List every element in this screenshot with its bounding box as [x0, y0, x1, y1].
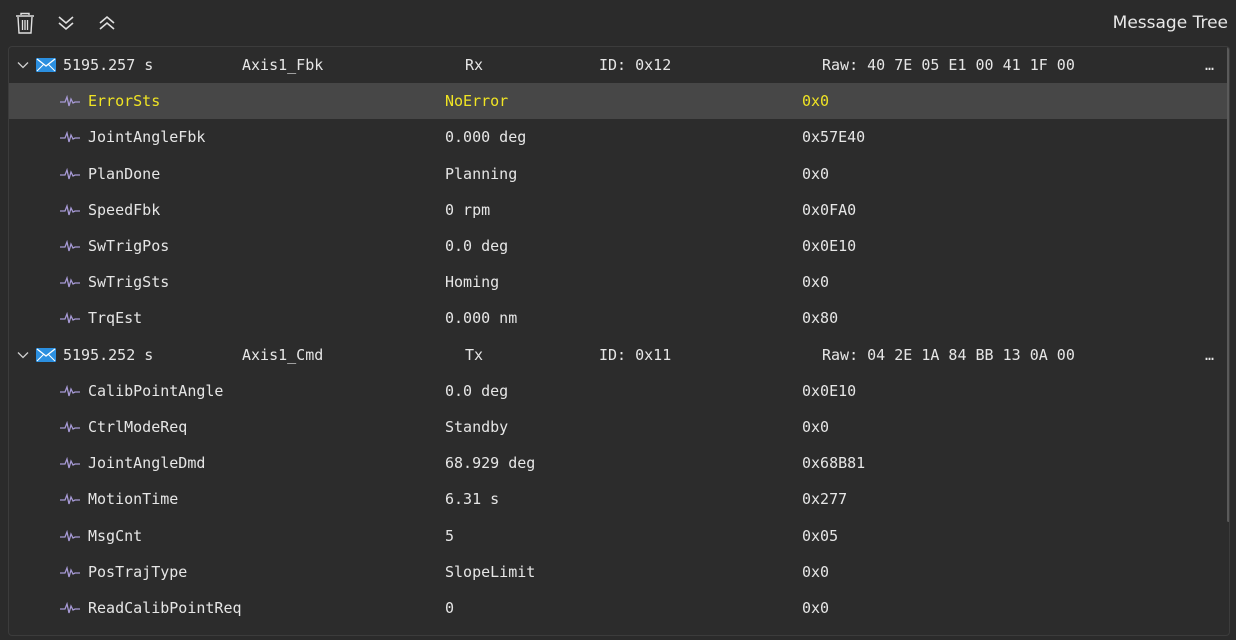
message-row[interactable]: 5195.252 s Axis1_Cmd Tx ID: 0x11 Raw: 04 2E …: [9, 337, 1227, 373]
signal-value: NoError: [445, 92, 509, 111]
signal-row[interactable]: JointAngleDmd 68.929 deg 0x68B81: [9, 445, 1227, 481]
signal-value: 68.929 deg: [445, 454, 536, 473]
more-icon[interactable]: …: [1205, 337, 1214, 373]
signal-wave-icon: [60, 203, 80, 215]
signal-wave-icon: [60, 240, 80, 252]
signal-row[interactable]: ReadCalibPointReq 0 0x0: [9, 590, 1227, 626]
signal-name: SwTrigPos: [88, 237, 170, 255]
signal-row[interactable]: PlanDone Planning 0x0: [9, 156, 1227, 192]
signal-raw: 0x0: [802, 418, 830, 436]
signal-value: 0 rpm: [445, 200, 491, 219]
signal-raw: 0x0FA0: [802, 200, 857, 219]
signal-row[interactable]: MsgCnt 5 0x05: [9, 518, 1227, 554]
panel-title: Message Tree: [1112, 13, 1228, 33]
signal-wave-icon: [60, 421, 80, 433]
signal-wave-icon: [60, 95, 80, 107]
signal-row[interactable]: ErrorSts NoError 0x0: [9, 83, 1227, 120]
signal-raw: 0x57E40: [802, 128, 866, 147]
signal-name: ErrorSts: [88, 92, 161, 111]
signal-value: SlopeLimit: [445, 562, 536, 581]
signal-name: ReadCalibPointReq: [88, 599, 242, 617]
signal-raw: 0x0E10: [802, 381, 857, 400]
collapse-up-icon: [99, 15, 115, 30]
message-raw: Raw: 04 2E 1A 84 BB 13 0A 00: [822, 345, 1075, 364]
signal-raw: 0x0: [802, 164, 830, 183]
signal-name: CtrlModeReq: [88, 418, 188, 436]
signal-row[interactable]: CalibPointAngle 0.0 deg 0x0E10: [9, 373, 1227, 409]
signal-value: 5: [445, 526, 455, 545]
signal-value: Planning: [445, 164, 518, 183]
signal-name: PosTrajType: [88, 562, 188, 581]
signal-value: Standby: [445, 418, 509, 436]
signal-wave-icon: [60, 602, 80, 614]
chevron-down-icon[interactable]: [17, 349, 29, 361]
clear-button[interactable]: [13, 11, 37, 35]
expand-all-button[interactable]: [54, 11, 78, 35]
signal-raw: 0x277: [802, 490, 848, 509]
signal-row[interactable]: CtrlModeReq Standby 0x0: [9, 409, 1227, 445]
message-id: ID: 0x12: [599, 56, 672, 74]
signal-name: JointAngleFbk: [88, 128, 206, 147]
message-name: Axis1_Fbk: [242, 56, 324, 74]
signal-value: 0.0 deg: [445, 237, 509, 255]
message-tree[interactable]: 5195.257 s Axis1_Fbk Rx ID: 0x12 Raw: 40 7E …: [8, 46, 1230, 636]
message-row[interactable]: 5195.257 s Axis1_Fbk Rx ID: 0x12 Raw: 40 7E …: [9, 47, 1227, 83]
signal-name: SpeedFbk: [88, 200, 161, 219]
signal-wave-icon: [60, 565, 80, 577]
signal-raw: 0x80: [802, 309, 839, 328]
signal-row[interactable]: JointAngleFbk 0.000 deg 0x57E40: [9, 119, 1227, 155]
signal-value: 0.000 nm: [445, 309, 518, 328]
collapse-down-icon: [58, 16, 74, 31]
signal-wave-icon: [60, 167, 80, 179]
message-id: ID: 0x11: [599, 345, 672, 364]
collapse-all-button[interactable]: [95, 11, 119, 35]
signal-wave-icon: [60, 276, 80, 288]
signal-name: MotionTime: [88, 490, 179, 509]
toolbar: Message Tree: [0, 0, 1236, 46]
signal-value: 0.000 deg: [445, 128, 527, 147]
signal-wave-icon: [60, 529, 80, 541]
signal-wave-icon: [60, 131, 80, 143]
signal-name: SwTrigSts: [88, 273, 170, 292]
signal-wave-icon: [60, 312, 80, 324]
signal-name: TrqEst: [88, 309, 143, 328]
signal-value: 0.0 deg: [445, 381, 509, 400]
signal-raw: 0x05: [802, 526, 839, 545]
message-time: 5195.257 s: [63, 56, 154, 74]
signal-wave-icon: [60, 493, 80, 505]
signal-raw: 0x0: [802, 562, 830, 581]
signal-row[interactable]: MotionTime 6.31 s 0x277: [9, 481, 1227, 517]
message-name: Axis1_Cmd: [242, 345, 324, 364]
signal-wave-icon: [60, 384, 80, 396]
signal-value: 6.31 s: [445, 490, 500, 509]
signal-row[interactable]: PosTrajType SlopeLimit 0x0: [9, 554, 1227, 590]
signal-row[interactable]: SwTrigSts Homing 0x0: [9, 264, 1227, 300]
signal-value: 0: [445, 599, 455, 617]
signal-name: CalibPointAngle: [88, 381, 224, 400]
signal-name: MsgCnt: [88, 526, 143, 545]
trash-icon: [16, 12, 34, 34]
signal-raw: 0x0: [802, 273, 830, 292]
message-time: 5195.252 s: [63, 345, 154, 364]
signal-row[interactable]: TrqEst 0.000 nm 0x80: [9, 300, 1227, 336]
signal-row[interactable]: SpeedFbk 0 rpm 0x0FA0: [9, 192, 1227, 228]
signal-raw: 0x0E10: [802, 237, 857, 255]
message-icon: [36, 347, 56, 362]
signal-value: Homing: [445, 273, 500, 292]
signal-name: PlanDone: [88, 164, 161, 183]
message-raw: Raw: 40 7E 05 E1 00 41 1F 00: [822, 56, 1075, 74]
signal-row[interactable]: SwTrigPos 0.0 deg 0x0E10: [9, 228, 1227, 264]
signal-wave-icon: [60, 457, 80, 469]
signal-raw: 0x0: [802, 92, 830, 111]
message-icon: [36, 58, 56, 72]
signal-raw: 0x0: [802, 599, 830, 617]
signal-name: JointAngleDmd: [88, 454, 206, 473]
chevron-down-icon[interactable]: [17, 59, 29, 71]
message-direction: Tx: [465, 345, 484, 364]
signal-raw: 0x68B81: [802, 454, 866, 473]
more-icon[interactable]: …: [1205, 47, 1214, 83]
scrollbar[interactable]: [1227, 47, 1229, 522]
message-direction: Rx: [465, 56, 484, 74]
